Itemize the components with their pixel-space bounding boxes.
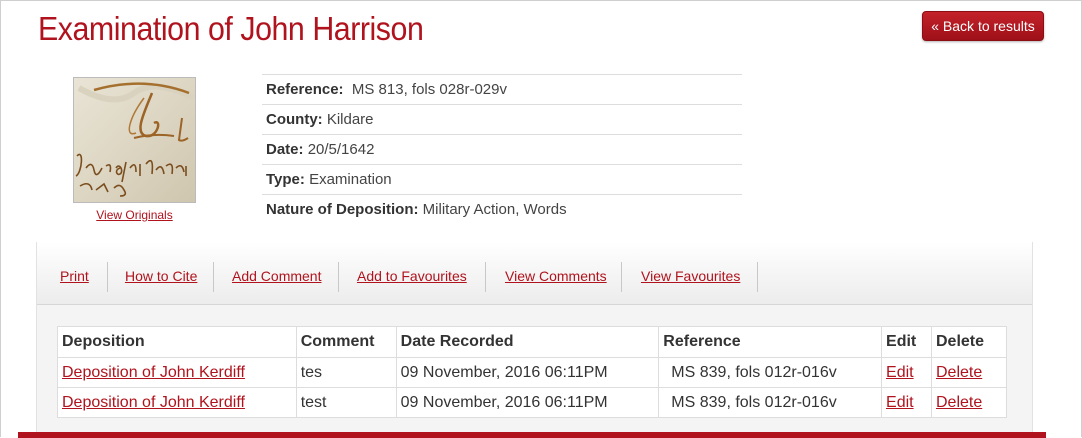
delete-cell: Delete xyxy=(930,357,1008,388)
back-to-results-button[interactable]: « Back to results xyxy=(922,11,1044,41)
toolbar-divider xyxy=(213,262,214,292)
metadata-row-county: County: Kildare xyxy=(262,104,742,134)
column-header-date-recorded: Date Recorded xyxy=(395,326,660,358)
reference-cell: MS 839, fols 012r-016v xyxy=(658,387,883,418)
view-originals-link[interactable]: View Originals xyxy=(73,208,196,222)
column-header-comment: Comment xyxy=(295,326,397,358)
metadata-label: Date: xyxy=(266,141,304,158)
metadata-label: Type: xyxy=(266,171,305,188)
metadata-list: Reference: MS 813, fols 028r-029v County… xyxy=(262,74,742,224)
page-title: Examination of John Harrison xyxy=(38,10,424,47)
metadata-row-reference: Reference: MS 813, fols 028r-029v xyxy=(262,74,742,104)
action-toolbar: Print How to Cite Add Comment Add to Fav… xyxy=(37,242,1032,305)
manuscript-thumbnail[interactable] xyxy=(73,77,196,203)
metadata-label: Nature of Deposition: xyxy=(266,201,419,218)
delete-link[interactable]: Delete xyxy=(936,394,982,411)
edit-cell: Edit xyxy=(881,387,932,418)
comment-cell: tes xyxy=(295,357,397,388)
metadata-row-type: Type: Examination xyxy=(262,164,742,194)
deposition-link[interactable]: Deposition of John Kerdiff xyxy=(62,364,245,381)
delete-cell: Delete xyxy=(930,387,1008,418)
metadata-label: County: xyxy=(266,111,323,128)
actions-panel: Print How to Cite Add Comment Add to Fav… xyxy=(36,242,1033,438)
metadata-value: Examination xyxy=(309,171,392,188)
edit-cell: Edit xyxy=(881,357,932,388)
manuscript-image xyxy=(74,78,195,202)
deposition-cell: Deposition of John Kerdiff xyxy=(57,357,297,388)
column-header-reference: Reference xyxy=(658,326,883,358)
deposition-link[interactable]: Deposition of John Kerdiff xyxy=(62,394,245,411)
footer-accent-bar xyxy=(18,432,1046,438)
comments-table-container: Deposition Comment Date Recorded Referen… xyxy=(57,326,1008,418)
toolbar-divider xyxy=(757,262,758,292)
add-to-favourites-link[interactable]: Add to Favourites xyxy=(357,262,467,292)
comment-cell: test xyxy=(295,387,397,418)
metadata-value: Military Action, Words xyxy=(422,201,567,218)
comments-table: Deposition Comment Date Recorded Referen… xyxy=(57,326,1008,418)
toolbar-divider xyxy=(338,262,339,292)
date-cell: 09 November, 2016 06:11PM xyxy=(395,387,660,418)
view-comments-link[interactable]: View Comments xyxy=(505,262,607,292)
metadata-value: 20/5/1642 xyxy=(307,141,375,158)
reference-cell: MS 839, fols 012r-016v xyxy=(658,357,883,388)
edit-link[interactable]: Edit xyxy=(886,394,914,411)
column-header-delete: Delete xyxy=(930,326,1008,358)
metadata-row-nature: Nature of Deposition: Military Action, W… xyxy=(262,194,742,224)
view-favourites-link[interactable]: View Favourites xyxy=(641,262,740,292)
edit-link[interactable]: Edit xyxy=(886,364,914,381)
table-row: Deposition of John Kerdiff tes 09 Novemb… xyxy=(57,357,1008,388)
metadata-value: Kildare xyxy=(326,111,374,128)
how-to-cite-link[interactable]: How to Cite xyxy=(125,262,197,292)
column-header-deposition: Deposition xyxy=(57,326,297,358)
column-header-edit: Edit xyxy=(881,326,932,358)
metadata-value: MS 813, fols 028r-029v xyxy=(351,81,507,98)
deposition-cell: Deposition of John Kerdiff xyxy=(57,387,297,418)
toolbar-divider xyxy=(107,262,108,292)
date-cell: 09 November, 2016 06:11PM xyxy=(395,357,660,388)
print-link[interactable]: Print xyxy=(60,262,89,292)
delete-link[interactable]: Delete xyxy=(936,364,982,381)
table-header-row: Deposition Comment Date Recorded Referen… xyxy=(57,326,1008,358)
toolbar-divider xyxy=(485,262,486,292)
table-row: Deposition of John Kerdiff test 09 Novem… xyxy=(57,387,1008,418)
add-comment-link[interactable]: Add Comment xyxy=(232,262,321,292)
metadata-label: Reference: xyxy=(266,81,344,98)
metadata-row-date: Date: 20/5/1642 xyxy=(262,134,742,164)
toolbar-divider xyxy=(621,262,622,292)
